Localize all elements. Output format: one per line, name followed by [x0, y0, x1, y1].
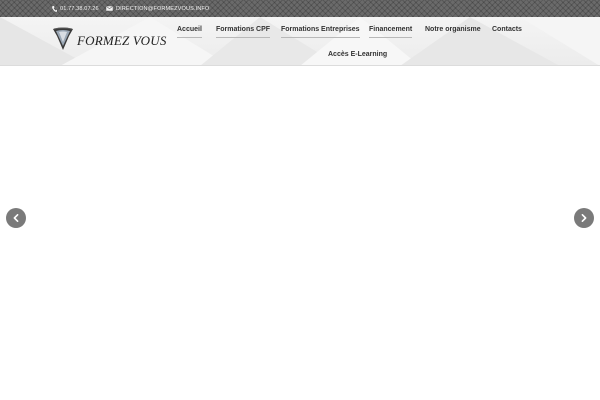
logo-text: FORMEZ VOUS	[77, 33, 167, 48]
nav-item-acces-e-learning[interactable]: Accès E-Learning	[328, 50, 387, 59]
nav-item-label: Formations Entreprises	[281, 26, 360, 33]
email-contact[interactable]: DIRECTION@FORMEZVOUS.INFO	[106, 0, 209, 17]
chevron-right-icon	[580, 209, 588, 227]
nav-item-contacts[interactable]: Contacts	[492, 25, 522, 34]
email-address: DIRECTION@FORMEZVOUS.INFO	[116, 5, 210, 12]
nav-item-formations-cpf[interactable]: Formations CPF	[216, 25, 271, 38]
nav-item-label: Accès E-Learning	[328, 51, 388, 58]
nav-underline	[216, 37, 271, 38]
nav-underline	[281, 37, 360, 38]
phone-number: 01.77.38.07.26	[60, 5, 99, 12]
nav-item-label: Notre organisme	[425, 26, 481, 33]
chevron-left-icon	[12, 209, 20, 227]
slider-next-button[interactable]	[574, 208, 594, 228]
nav-item-label: Accueil	[177, 26, 202, 33]
site-header: FORMEZ VOUS Accueil Formations CPF Forma…	[0, 17, 600, 66]
nav-underline	[177, 37, 202, 38]
site-logo[interactable]: FORMEZ VOUS	[52, 27, 167, 55]
nav-item-label: Contacts	[492, 26, 522, 33]
envelope-icon	[106, 6, 113, 11]
nav-underline	[369, 37, 413, 38]
shield-v-icon	[52, 27, 74, 56]
nav-item-financement[interactable]: Financement	[369, 25, 413, 38]
slider-prev-button[interactable]	[6, 208, 26, 228]
nav-item-label: Formations CPF	[216, 26, 271, 33]
nav-item-formations-entreprises[interactable]: Formations Entreprises	[281, 25, 360, 38]
nav-item-label: Financement	[369, 26, 413, 33]
nav-item-notre-organisme[interactable]: Notre organisme	[425, 25, 481, 34]
phone-contact[interactable]: 01.77.38.07.26	[52, 0, 99, 17]
phone-icon	[52, 5, 57, 12]
nav-item-accueil[interactable]: Accueil	[177, 25, 202, 38]
hero-slider	[0, 67, 600, 400]
top-bar: 01.77.38.07.26 DIRECTION@FORMEZVOUS.INFO	[0, 0, 600, 17]
